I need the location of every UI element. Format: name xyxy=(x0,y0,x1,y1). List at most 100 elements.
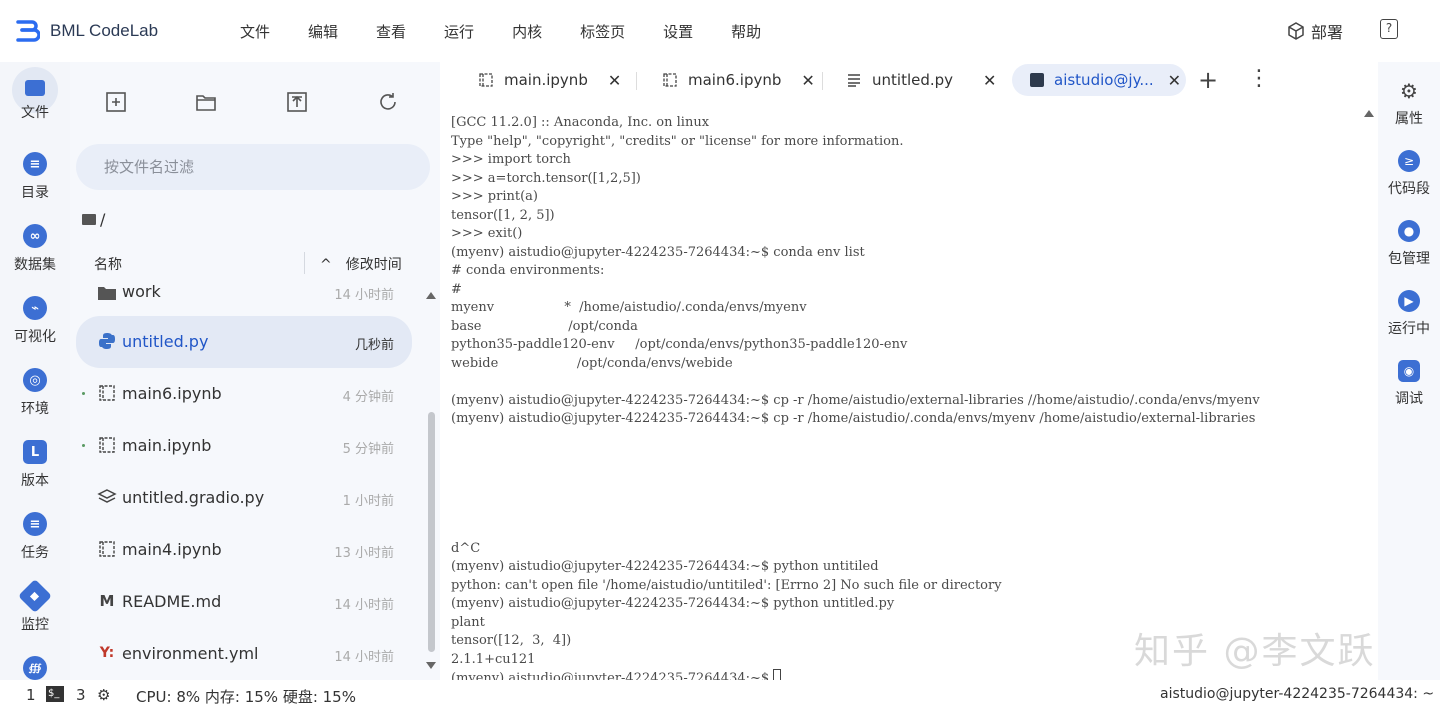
file-name: main.ipynb xyxy=(122,436,212,455)
rightbar-label: 属性 xyxy=(1395,111,1423,127)
terminal-icon[interactable]: $_ xyxy=(46,686,64,702)
yaml-icon: Y: xyxy=(99,645,115,661)
more-options-icon[interactable]: ⋮ xyxy=(1248,66,1270,91)
gear-icon: ⚙ xyxy=(1400,79,1418,103)
scroll-down-icon[interactable] xyxy=(426,662,436,669)
debug-icon: ◉ xyxy=(1398,360,1420,382)
close-icon[interactable]: ✕ xyxy=(983,71,996,90)
close-icon[interactable]: ✕ xyxy=(1168,71,1181,90)
new-folder-icon[interactable] xyxy=(194,90,218,114)
notebook-icon xyxy=(662,72,678,88)
leftbar-item-files[interactable]: 文件 xyxy=(0,80,70,122)
leftbar-item-monitor[interactable]: ▪ 监控 xyxy=(0,579,70,634)
cpu-chip-icon: ⚙ xyxy=(97,686,111,704)
terminal-line: [GCC 11.2.0] :: Anaconda, Inc. on linux xyxy=(451,115,710,130)
menu-kernel[interactable]: 内核 xyxy=(512,21,542,42)
leftbar-label: 监控 xyxy=(21,617,49,633)
file-row-untitled-gradio-py[interactable]: untitled.gradio.py 1 小时前 xyxy=(76,472,412,524)
file-modified-time: 几秒前 xyxy=(354,338,394,353)
menu-settings[interactable]: 设置 xyxy=(663,21,693,42)
editor-tab-bar: main.ipynb ✕ main6.ipynb ✕ untitled.py ✕… xyxy=(440,62,1378,102)
file-row-readme-md[interactable]: M README.md 14 小时前 xyxy=(76,576,412,628)
terminal-line: webide /opt/conda/envs/webide xyxy=(451,355,733,371)
tab-terminal[interactable]: aistudio@jy... ✕ xyxy=(1012,64,1186,96)
scroll-up-icon[interactable] xyxy=(1364,110,1374,117)
leftbar-item-version[interactable]: L 版本 xyxy=(0,440,70,490)
terminal-count[interactable]: 3 xyxy=(76,686,86,704)
python-icon xyxy=(97,331,117,351)
file-modified-time: 14 小时前 xyxy=(334,598,394,613)
package-icon: ● xyxy=(1398,220,1420,242)
scrollbar-thumb[interactable] xyxy=(428,412,435,652)
menu-tabs[interactable]: 标签页 xyxy=(580,21,625,42)
close-icon[interactable]: ✕ xyxy=(801,71,814,90)
file-modified-time: 4 分钟前 xyxy=(342,390,394,405)
file-name: main6.ipynb xyxy=(122,384,222,403)
help-icon[interactable]: ? xyxy=(1380,19,1398,39)
leftbar-item-task[interactable]: ≡ 任务 xyxy=(0,512,70,562)
rightbar-item-debug[interactable]: ◉ 调试 xyxy=(1378,360,1440,408)
markdown-icon: M xyxy=(99,592,115,610)
new-file-icon[interactable] xyxy=(104,90,128,114)
terminal-session-label: aistudio@jupyter-4224235-7264434: ~ xyxy=(1160,686,1435,702)
upload-icon[interactable] xyxy=(285,90,309,114)
notebook-icon xyxy=(97,383,117,403)
terminal-panel[interactable]: [GCC 11.2.0] :: Anaconda, Inc. on linuxT… xyxy=(440,102,1434,686)
menu-help[interactable]: 帮助 xyxy=(731,21,761,42)
leftbar-item-visualize[interactable]: ⌁ 可视化 xyxy=(0,296,70,346)
running-indicator-icon xyxy=(82,444,85,447)
terminal-line: >>> import torch xyxy=(451,152,571,167)
kernel-count[interactable]: 1 xyxy=(26,686,36,704)
close-icon[interactable]: ✕ xyxy=(608,71,621,90)
breadcrumb[interactable]: / xyxy=(82,210,105,229)
snippet-icon: ≥ xyxy=(1398,150,1420,172)
resource-usage: CPU: 8% 内存: 15% 硬盘: 15% xyxy=(136,688,356,706)
deploy-button[interactable]: 部署 xyxy=(1287,19,1343,43)
leftbar-item-dataset[interactable]: ∞ 数据集 xyxy=(0,224,70,274)
folder-icon xyxy=(97,283,117,303)
file-row-environment-yml[interactable]: Y: environment.yml 14 小时前 xyxy=(76,628,412,680)
menu-edit[interactable]: 编辑 xyxy=(308,21,338,42)
tab-main6-ipynb[interactable]: main6.ipynb ✕ xyxy=(662,64,815,96)
rightbar-item-snippets[interactable]: ≥ 代码段 xyxy=(1378,150,1440,198)
folder-icon xyxy=(25,80,45,96)
notebook-icon xyxy=(97,539,117,559)
menu-view[interactable]: 查看 xyxy=(376,21,406,42)
rightbar-item-packages[interactable]: ● 包管理 xyxy=(1378,220,1440,268)
monitor-icon: ▪ xyxy=(18,579,52,613)
tab-untitled-py[interactable]: untitled.py ✕ xyxy=(846,64,996,96)
file-row-work[interactable]: work 14 小时前 xyxy=(76,268,412,316)
terminal-line: >>> print(a) xyxy=(451,189,538,204)
terminal-line: Type "help", "copyright", "credits" or "… xyxy=(451,133,904,149)
file-row-main6-ipynb[interactable]: main6.ipynb 4 分钟前 xyxy=(76,368,412,420)
tab-main-ipynb[interactable]: main.ipynb ✕ xyxy=(478,64,621,96)
tab-label: untitled.py xyxy=(872,71,954,89)
leftbar-item-toc[interactable]: ≡ 目录 xyxy=(0,152,70,202)
refresh-icon[interactable] xyxy=(376,90,400,114)
file-filter-input[interactable] xyxy=(76,144,430,190)
rightbar-item-properties[interactable]: ⚙ 属性 xyxy=(1378,79,1440,128)
file-row-main-ipynb[interactable]: main.ipynb 5 分钟前 xyxy=(76,420,412,472)
add-tab-icon[interactable]: + xyxy=(1198,66,1218,94)
rightbar-item-running[interactable]: ▶ 运行中 xyxy=(1378,290,1440,338)
file-row-main4-ipynb[interactable]: main4.ipynb 13 小时前 xyxy=(76,524,412,576)
terminal-line: # conda environments: xyxy=(451,263,605,278)
menubar: BML CodeLab 文件 编辑 查看 运行 内核 标签页 设置 帮助 部署 … xyxy=(0,0,1440,62)
tab-label: main6.ipynb xyxy=(688,71,782,89)
menu-run[interactable]: 运行 xyxy=(444,21,474,42)
extension-icon: ∰ xyxy=(23,656,47,680)
toc-icon: ≡ xyxy=(23,152,47,176)
scroll-up-icon[interactable] xyxy=(426,292,436,299)
file-list-scrollbar[interactable] xyxy=(426,292,436,670)
file-name: README.md xyxy=(122,592,222,611)
rightbar-label: 调试 xyxy=(1395,391,1423,407)
menu-file[interactable]: 文件 xyxy=(240,21,270,42)
file-row-untitled-py[interactable]: untitled.py 几秒前 xyxy=(76,316,412,368)
tab-divider xyxy=(822,72,823,90)
terminal-line: # xyxy=(451,281,462,297)
leftbar-item-environment[interactable]: ◎ 环境 xyxy=(0,368,70,418)
